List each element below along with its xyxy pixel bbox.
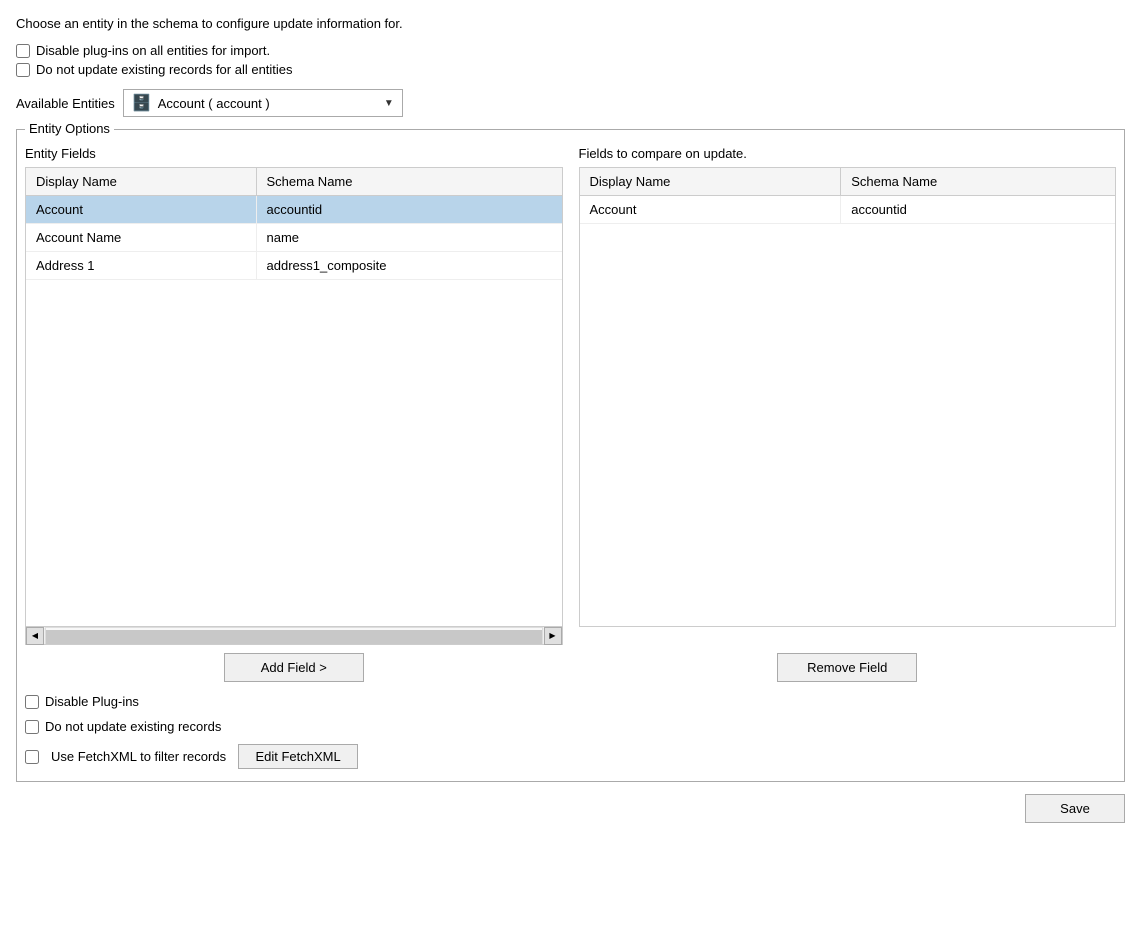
schema-name-cell: address1_composite [256,252,562,280]
table-row[interactable]: Account Name name [26,224,562,252]
scroll-thumb [46,630,542,644]
entity-fields-col-display: Display Name [26,168,256,196]
schema-name-cell: accountid [841,196,1115,224]
do-not-update-entity-label: Do not update existing records [45,719,221,734]
table-row[interactable]: Address 1 address1_composite [26,252,562,280]
display-name-cell: Account [26,196,256,224]
scroll-left-btn[interactable]: ◀ [26,627,44,645]
save-button[interactable]: Save [1025,794,1125,823]
disable-plugins-entity-checkbox[interactable] [25,695,39,709]
entity-options-legend: Entity Options [25,121,114,136]
compare-col-display: Display Name [580,168,841,196]
entity-fields-table: Display Name Schema Name Account account… [26,168,562,280]
disable-plugins-global-label: Disable plug-ins on all entities for imp… [36,43,270,58]
horizontal-scrollbar[interactable]: ◀ ▶ [25,627,563,645]
entity-fields-title: Entity Fields [25,146,563,161]
fields-compare-table-wrapper[interactable]: Display Name Schema Name Account account… [579,167,1117,627]
available-entities-dropdown[interactable]: 🗄️ Account ( account ) ▼ [123,89,403,117]
bottom-options: Disable Plug-ins Do not update existing … [25,694,1116,773]
schema-name-cell: accountid [256,196,562,224]
disable-plugins-global-checkbox[interactable] [16,44,30,58]
dropdown-selected-value: Account ( account ) [158,96,378,111]
edit-fetchxml-button[interactable]: Edit FetchXML [238,744,358,769]
fields-compare-title: Fields to compare on update. [579,146,1117,161]
use-fetchxml-checkbox[interactable] [25,750,39,764]
fields-compare-section: Fields to compare on update. Display Nam… [579,146,1117,645]
use-fetchxml-label: Use FetchXML to filter records [51,749,226,764]
chevron-down-icon: ▼ [384,98,394,109]
intro-text: Choose an entity in the schema to config… [16,16,1125,31]
fields-compare-table: Display Name Schema Name Account account… [580,168,1116,224]
do-not-update-global-checkbox[interactable] [16,63,30,77]
do-not-update-global-label: Do not update existing records for all e… [36,62,293,77]
compare-col-schema: Schema Name [841,168,1115,196]
scroll-right-btn[interactable]: ▶ [544,627,562,645]
schema-name-cell: name [256,224,562,252]
display-name-cell: Account Name [26,224,256,252]
add-field-button[interactable]: Add Field > [224,653,364,682]
display-name-cell: Account [580,196,841,224]
disable-plugins-entity-label: Disable Plug-ins [45,694,139,709]
action-buttons-row: Add Field > Remove Field [25,653,1116,682]
remove-field-button[interactable]: Remove Field [777,653,917,682]
database-icon: 🗄️ [132,93,152,113]
entity-fields-col-schema: Schema Name [256,168,562,196]
entity-fields-section: Entity Fields Display Name Schema Name A… [25,146,563,645]
available-entities-label: Available Entities [16,96,115,111]
do-not-update-entity-checkbox[interactable] [25,720,39,734]
scroll-track [45,627,543,644]
display-name-cell: Address 1 [26,252,256,280]
table-row[interactable]: Account accountid [580,196,1116,224]
entity-options-group: Entity Options Entity Fields Display Nam… [16,129,1125,782]
entity-fields-table-wrapper[interactable]: Display Name Schema Name Account account… [25,167,563,627]
table-row[interactable]: Account accountid [26,196,562,224]
